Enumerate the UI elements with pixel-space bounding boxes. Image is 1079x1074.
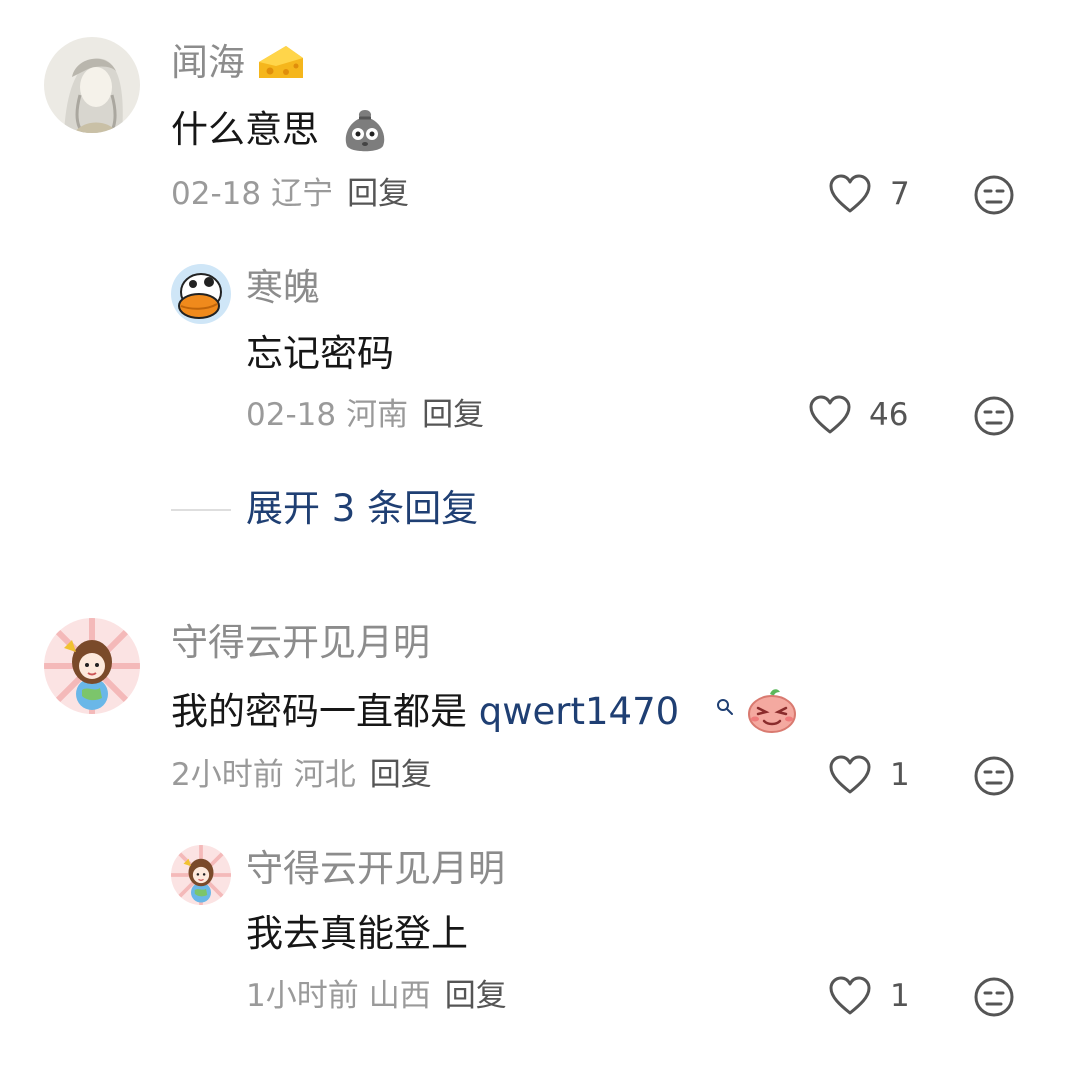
dislike-face-icon[interactable] — [973, 395, 1015, 437]
heart-icon[interactable] — [828, 975, 872, 1017]
reply-meta: 02-18 河南 回复 — [246, 397, 484, 433]
avatar[interactable] — [171, 264, 231, 324]
reply-button[interactable]: 回复 — [370, 757, 432, 793]
reply-button[interactable]: 回复 — [422, 397, 484, 433]
reply-time: 1小时前 — [246, 978, 359, 1014]
avatar[interactable] — [171, 845, 231, 905]
reply-text: 忘记密码 — [246, 332, 394, 375]
divider — [171, 509, 231, 511]
comment-text: 我的密码一直都是 qwert1470 — [171, 690, 679, 734]
reply-location: 河南 — [346, 397, 409, 433]
comment-time: 02-18 — [171, 176, 262, 212]
search-icon[interactable] — [715, 697, 735, 717]
comment-text-prefix: 我的密码一直都是 — [171, 690, 479, 733]
comment-time: 2小时前 — [171, 757, 284, 793]
search-link[interactable]: qwert1470 — [479, 690, 679, 733]
like-count: 1 — [890, 978, 910, 1014]
cheese-icon — [256, 42, 306, 82]
reply-username[interactable]: 守得云开见月明 — [246, 849, 505, 889]
comment-location: 辽宁 — [271, 176, 334, 212]
like-count: 7 — [890, 176, 910, 212]
avatar[interactable] — [44, 37, 140, 133]
heart-icon[interactable] — [828, 754, 872, 796]
reply-meta: 1小时前 山西 回复 — [246, 978, 507, 1014]
reply-button[interactable]: 回复 — [347, 176, 409, 212]
expand-replies-button[interactable]: 展开 3 条回复 — [246, 488, 478, 530]
comment-meta: 2小时前 河北 回复 — [171, 757, 432, 793]
dislike-face-icon[interactable] — [973, 755, 1015, 797]
comment-location: 河北 — [293, 757, 356, 793]
comment-username[interactable]: 守得云开见月明 — [171, 623, 430, 663]
reply-time: 02-18 — [246, 397, 337, 433]
reply-text: 我去真能登上 — [246, 912, 468, 955]
pink-blob-emoji — [746, 686, 798, 734]
dislike-face-icon[interactable] — [973, 174, 1015, 216]
comment-username[interactable]: 闻海 — [171, 43, 245, 83]
reply-location: 山西 — [368, 978, 431, 1014]
reply-username[interactable]: 寒魄 — [246, 268, 320, 308]
comment-meta: 02-18 辽宁 回复 — [171, 176, 409, 212]
heart-icon[interactable] — [808, 394, 852, 436]
sack-emoji — [341, 106, 389, 154]
avatar[interactable] — [44, 618, 140, 714]
heart-icon[interactable] — [828, 173, 872, 215]
like-count: 46 — [869, 397, 909, 433]
dislike-face-icon[interactable] — [973, 976, 1015, 1018]
comment-text: 什么意思 — [171, 108, 319, 151]
reply-button[interactable]: 回复 — [445, 978, 507, 1014]
like-count: 1 — [890, 757, 910, 793]
